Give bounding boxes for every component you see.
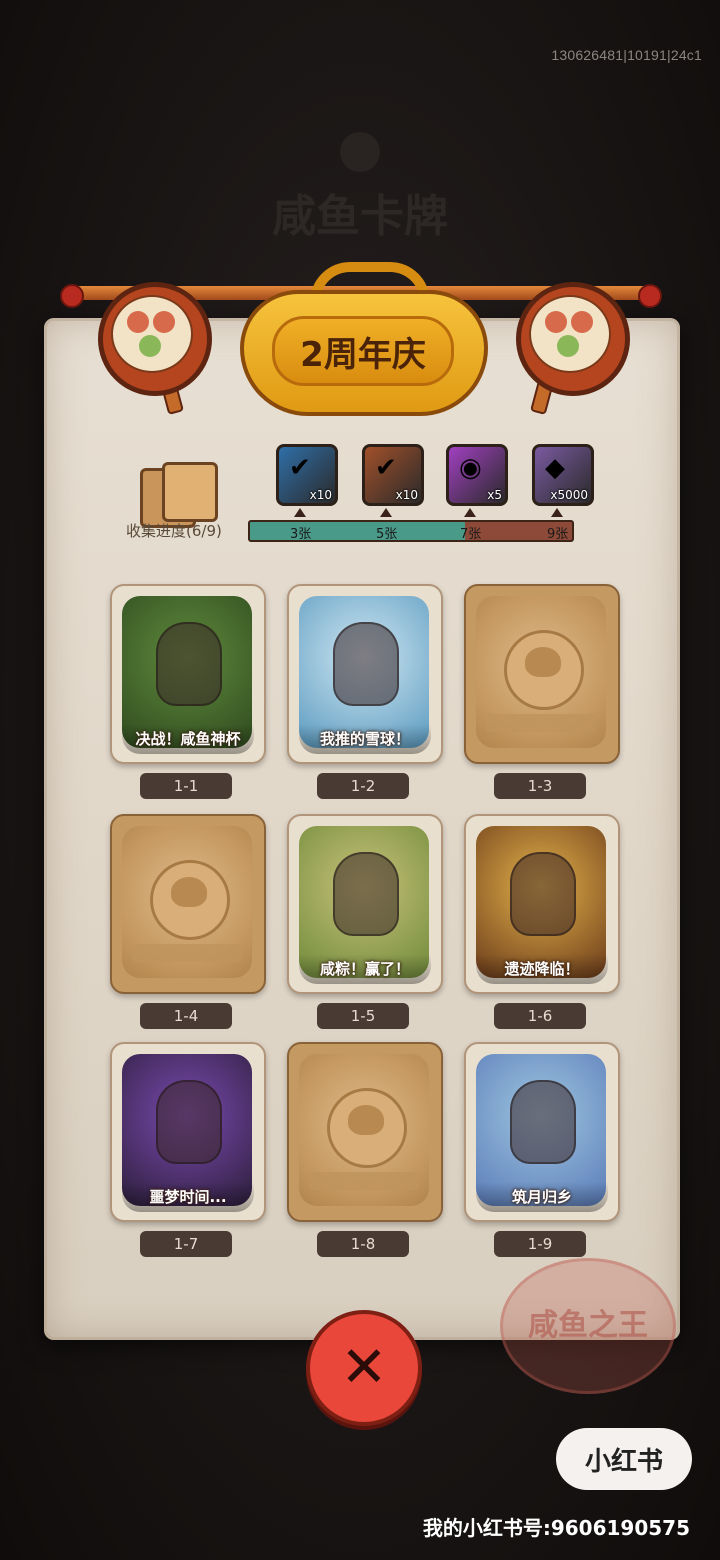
- story-card-1-8[interactable]: [287, 1042, 443, 1222]
- reward-quantity: x10: [309, 488, 332, 502]
- card-number-label: 1-2: [317, 773, 409, 799]
- treasure-chest-icon: ✔: [375, 453, 397, 483]
- milestone-tick: 7张: [460, 527, 482, 542]
- card-title: 决战！咸鱼神杯: [122, 724, 254, 754]
- milestone-reward-9[interactable]: ◆ x5000: [532, 444, 594, 506]
- rod-knob-right-icon: [638, 284, 662, 308]
- story-card-1-2[interactable]: 我推的雪球！: [287, 584, 443, 764]
- title-emblem-icon: [340, 132, 380, 172]
- collection-progress-label: 收集进度(6/9): [126, 522, 222, 540]
- xiaohongshu-logo-button[interactable]: 小红书: [556, 1428, 692, 1490]
- card-stack-icon: [140, 462, 218, 528]
- story-card-1-9[interactable]: 筑月归乡: [464, 1042, 620, 1222]
- reward-quantity: x10: [395, 488, 418, 502]
- milestone-marker: [551, 508, 563, 517]
- milestone-marker: [380, 508, 392, 517]
- card-title: 筑月归乡: [476, 1182, 608, 1212]
- milestone-tick: 5张: [376, 527, 398, 542]
- locked-fish-icon: [150, 860, 230, 940]
- card-title: 噩梦时间...: [122, 1182, 254, 1212]
- anniversary-banner: 2周年庆: [240, 262, 488, 418]
- drum-right-icon: [516, 282, 630, 396]
- card-art: [122, 826, 252, 978]
- rod-knob-left-icon: [60, 284, 84, 308]
- diamond-icon: ◆: [545, 453, 565, 483]
- card-art: [476, 596, 606, 748]
- card-title: 遗迹降临！: [476, 954, 608, 984]
- story-card-1-1[interactable]: 决战！咸鱼神杯: [110, 584, 266, 764]
- card-number-label: 1-5: [317, 1003, 409, 1029]
- card-number-label: 1-6: [494, 1003, 586, 1029]
- card-art: [299, 1054, 429, 1206]
- reward-quantity: x5000: [550, 488, 588, 502]
- card-title: 我推的雪球！: [299, 724, 431, 754]
- nightmare-fish-icon: [156, 1080, 222, 1164]
- milestone-marker: [294, 508, 306, 517]
- banner-plate: 2周年庆: [240, 290, 488, 416]
- zongzi-fish-icon: [333, 852, 399, 936]
- stamp-seal: 咸鱼之王: [500, 1258, 676, 1394]
- milestone-tick: 9张: [547, 527, 569, 542]
- account-watermark: 我的小红书号:9606190575: [422, 1516, 690, 1540]
- treasure-chest-icon: ✔: [289, 453, 311, 483]
- banner-title: 2周年庆: [272, 316, 454, 386]
- locked-fish-icon: [327, 1088, 407, 1168]
- card-number-label: 1-9: [494, 1231, 586, 1257]
- background-title: 咸鱼卡牌: [272, 191, 448, 242]
- card-number-label: 1-3: [494, 773, 586, 799]
- card-ribbon: [486, 714, 596, 732]
- milestone-reward-7[interactable]: ◉ x5: [446, 444, 508, 506]
- ruins-fish-icon: [510, 852, 576, 936]
- card-title: 咸粽！赢了！: [299, 954, 431, 984]
- build-id: 130626481|10191|24c1: [551, 47, 702, 63]
- story-card-1-3[interactable]: [464, 584, 620, 764]
- progress-fill: [250, 522, 465, 540]
- pagoda-fish-icon: [510, 1080, 576, 1164]
- card-number-label: 1-8: [317, 1231, 409, 1257]
- card-number-label: 1-1: [140, 773, 232, 799]
- close-icon: ✕: [340, 1335, 388, 1400]
- locked-fish-icon: [504, 630, 584, 710]
- milestone-marker: [464, 508, 476, 517]
- milestone-reward-3[interactable]: ✔ x10: [276, 444, 338, 506]
- swirl-orb-icon: ◉: [459, 453, 482, 483]
- story-card-1-6[interactable]: 遗迹降临！: [464, 814, 620, 994]
- soccer-fish-icon: [156, 622, 222, 706]
- card-ribbon: [132, 944, 242, 962]
- card-number-label: 1-7: [140, 1231, 232, 1257]
- card-number-label: 1-4: [140, 1003, 232, 1029]
- story-card-1-4[interactable]: [110, 814, 266, 994]
- drum-left-icon: [98, 282, 212, 396]
- story-card-1-7[interactable]: 噩梦时间...: [110, 1042, 266, 1222]
- milestone-reward-5[interactable]: ✔ x10: [362, 444, 424, 506]
- snowball-fish-icon: [333, 622, 399, 706]
- reward-quantity: x5: [487, 488, 502, 502]
- close-button[interactable]: ✕: [306, 1310, 422, 1426]
- story-card-1-5[interactable]: 咸粽！赢了！: [287, 814, 443, 994]
- card-ribbon: [309, 1172, 419, 1190]
- milestone-tick: 3张: [290, 527, 312, 542]
